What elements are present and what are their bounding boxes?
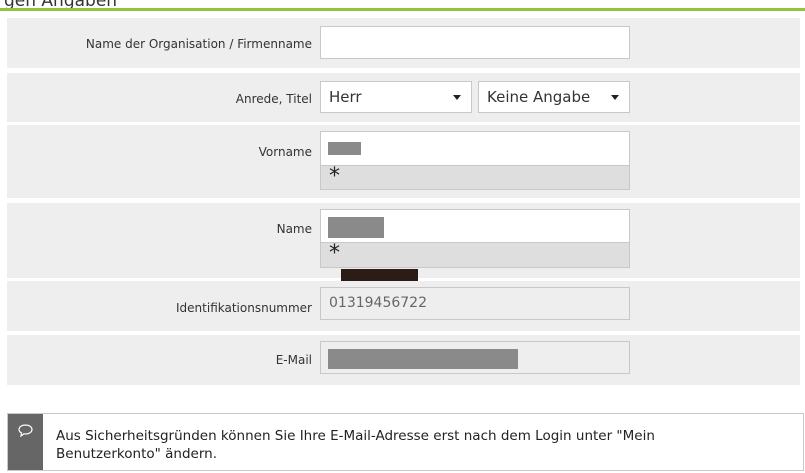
form-row-id: Identifikationsnummer 01319456722 (7, 281, 800, 331)
organisation-input[interactable] (320, 26, 630, 59)
speech-bubble-icon (18, 424, 33, 437)
anrede-label: Anrede, Titel (235, 92, 312, 106)
email-field (320, 341, 630, 374)
form-row-name: Name * (7, 203, 800, 278)
form-row-vorname: Vorname * (7, 125, 800, 198)
id-label: Identifikationsnummer (176, 301, 312, 315)
section-header: gen Angaben (0, 0, 805, 12)
redacted-value (328, 349, 518, 369)
notice-text: Aus Sicherheitsgründen können Sie Ihre E… (56, 428, 655, 462)
title-select[interactable]: Keine Angabe (478, 81, 630, 113)
required-indicator: * (320, 243, 630, 268)
required-star: * (329, 241, 340, 266)
redacted-value (328, 217, 384, 238)
form-row-anrede: Anrede, Titel Herr Keine Angabe (7, 73, 800, 122)
id-field: 01319456722 (320, 287, 630, 320)
id-value: 01319456722 (329, 295, 427, 311)
dropdown-caret-icon (611, 95, 619, 100)
organisation-label: Name der Organisation / Firmenname (85, 37, 312, 51)
salutation-value: Herr (329, 88, 362, 106)
accent-divider (0, 8, 805, 11)
title-value: Keine Angabe (487, 88, 591, 106)
vorname-input[interactable] (320, 131, 630, 166)
redacted-value (328, 142, 361, 155)
name-input[interactable] (320, 209, 630, 243)
required-indicator: * (320, 166, 630, 190)
vorname-label: Vorname (258, 145, 312, 159)
form-row-email: E-Mail (7, 335, 800, 385)
name-label: Name (276, 222, 312, 236)
dropdown-caret-icon (453, 95, 461, 100)
email-label: E-Mail (275, 353, 312, 367)
form-row-organisation: Name der Organisation / Firmenname (7, 18, 800, 68)
security-notice: Aus Sicherheitsgründen können Sie Ihre E… (7, 413, 804, 471)
required-star: * (329, 164, 340, 189)
salutation-select[interactable]: Herr (320, 81, 472, 113)
